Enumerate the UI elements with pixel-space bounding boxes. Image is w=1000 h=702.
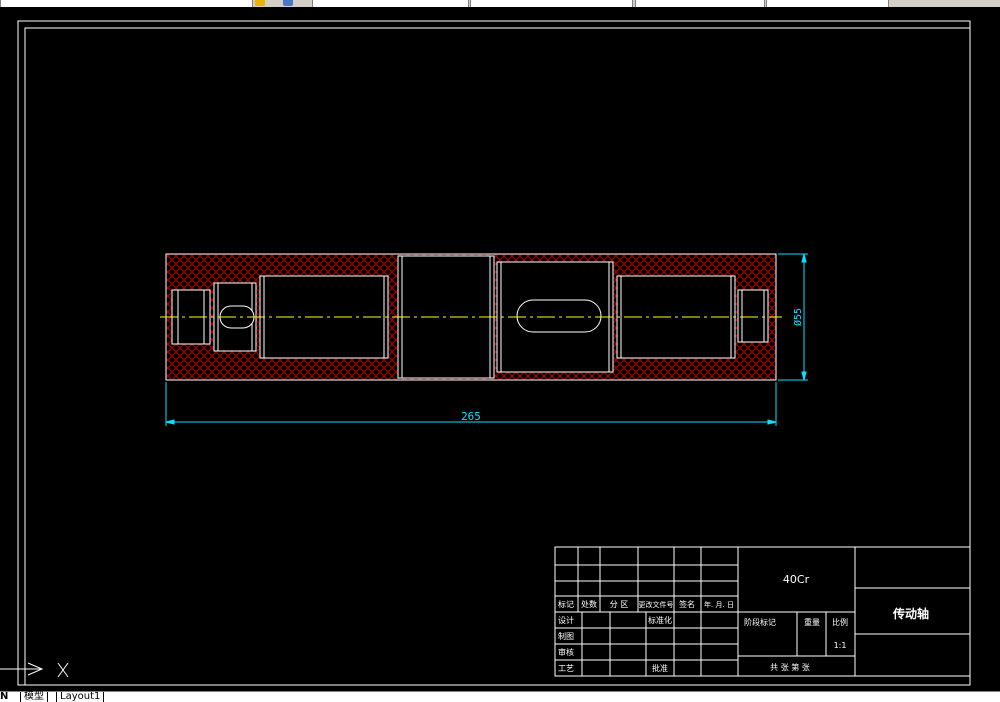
label-stage-mark: 阶段标记 xyxy=(744,617,776,627)
label-zone: 分 区 xyxy=(610,600,629,609)
keyway-right xyxy=(516,299,602,333)
label-sheets: 共 张 第 张 xyxy=(770,662,810,672)
toolbar-field-5[interactable] xyxy=(766,0,889,7)
toolbar-field-2[interactable] xyxy=(312,0,469,7)
layout-tab-bar: N 模型 Layout1 xyxy=(0,691,1000,702)
label-mark: 标记 xyxy=(558,599,574,609)
part-name-text: 传动轴 xyxy=(892,606,929,621)
diameter-dimension-text: Ø55 xyxy=(792,308,804,326)
material-text: 40Cr xyxy=(783,573,810,586)
layer-state-icon[interactable] xyxy=(283,0,293,6)
length-dimension-text: 265 xyxy=(461,410,481,423)
label-design: 设计 xyxy=(558,615,574,625)
label-date: 年. 月. 日 xyxy=(704,600,734,609)
label-standardization: 标准化 xyxy=(648,615,672,625)
label-drafting: 制图 xyxy=(558,631,574,641)
scale-value: 1:1 xyxy=(834,641,847,650)
toolbar-field-1[interactable] xyxy=(0,0,253,7)
drawing-canvas[interactable]: 265 Ø55 40Cr 传动轴 标记 处数 分 区 更改文件号 签名 年. 月… xyxy=(0,7,1000,691)
label-scale: 比例 xyxy=(832,617,848,627)
label-count: 处数 xyxy=(581,599,597,609)
label-weight: 重量 xyxy=(804,617,820,627)
label-change-doc: 更改文件号 xyxy=(639,600,674,609)
toolbar-field-3[interactable] xyxy=(470,0,633,7)
layer-icon[interactable] xyxy=(255,0,265,6)
toolbar-strip xyxy=(0,0,1000,7)
label-review: 审核 xyxy=(558,647,574,657)
toolbar-field-4[interactable] xyxy=(635,0,765,7)
label-signature: 签名 xyxy=(679,599,695,609)
label-process: 工艺 xyxy=(558,664,574,673)
label-approve: 批准 xyxy=(652,663,668,673)
ucs-icon xyxy=(0,662,69,678)
